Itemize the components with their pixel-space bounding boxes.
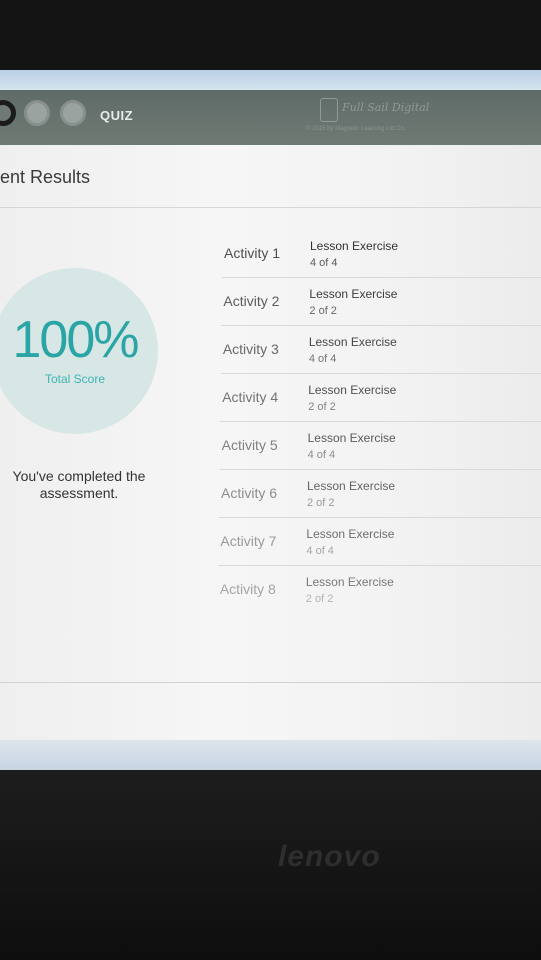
nav-dot[interactable] xyxy=(24,100,50,126)
activity-row: Activity 1 Lesson Exercise 4 of 4 xyxy=(222,230,541,278)
activity-lesson: Lesson Exercise xyxy=(308,335,397,349)
monitor-bezel-top xyxy=(0,0,541,70)
quiz-label: QUIZ xyxy=(100,108,134,123)
total-score-value: 100% xyxy=(12,311,140,369)
activity-count: 2 of 2 xyxy=(308,401,336,413)
activity-lesson: Lesson Exercise xyxy=(306,527,395,541)
activity-count: 4 of 4 xyxy=(308,353,337,365)
activity-count: 4 of 4 xyxy=(307,449,336,461)
score-circle: 100% Total Score xyxy=(0,268,158,434)
laptop-bezel-bottom: lenovo xyxy=(0,770,541,960)
activity-name: Activity 7 xyxy=(220,533,277,549)
activity-count: 2 of 2 xyxy=(305,593,334,605)
brand: Full Sail Digital © 2015 by Magnetic Lea… xyxy=(306,98,460,138)
screen: QUIZ Full Sail Digital © 2015 by Magneti… xyxy=(0,70,541,770)
activity-count: 4 of 4 xyxy=(306,545,334,557)
activity-list: Activity 1 Lesson Exercise 4 of 4 Activity … xyxy=(218,230,541,613)
activity-name: Activity 6 xyxy=(221,485,278,501)
laptop-brand-logo: lenovo xyxy=(278,840,381,873)
activity-row: Activity 7 Lesson Exercise 4 of 4 xyxy=(218,518,541,566)
divider xyxy=(0,207,541,208)
activity-lesson: Lesson Exercise xyxy=(309,287,398,301)
nav-dot[interactable] xyxy=(60,100,86,126)
divider xyxy=(0,682,541,683)
activity-name: Activity 3 xyxy=(222,341,279,357)
activity-count: 4 of 4 xyxy=(310,257,338,269)
nav-dot-active[interactable] xyxy=(0,100,16,126)
activity-row: Activity 5 Lesson Exercise 4 of 4 xyxy=(219,422,541,470)
activity-name: Activity 8 xyxy=(219,581,276,597)
activity-row: Activity 8 Lesson Exercise 2 of 2 xyxy=(218,566,541,613)
window-bottom-strip xyxy=(0,740,541,770)
brand-copyright: © 2015 by Magnetic Learning Ltd Co. xyxy=(306,126,406,132)
activity-lesson: Lesson Exercise xyxy=(305,575,394,589)
brand-name: Full Sail Digital xyxy=(342,101,430,114)
activity-row: Activity 3 Lesson Exercise 4 of 4 xyxy=(220,326,541,374)
activity-lesson: Lesson Exercise xyxy=(308,383,397,397)
activity-count: 2 of 2 xyxy=(309,305,337,317)
page-title: ent Results xyxy=(0,167,91,187)
activity-name: Activity 5 xyxy=(221,437,278,453)
quiz-header: QUIZ Full Sail Digital © 2015 by Magneti… xyxy=(0,90,541,145)
activity-row: Activity 2 Lesson Exercise 2 of 2 xyxy=(221,278,541,326)
total-score-label: Total Score xyxy=(44,372,106,386)
activity-lesson: Lesson Exercise xyxy=(310,239,399,253)
activity-row: Activity 6 Lesson Exercise 2 of 2 xyxy=(219,470,541,518)
activity-lesson: Lesson Exercise xyxy=(307,431,396,445)
completion-message: You've completed the assessment. xyxy=(12,468,146,501)
activity-name: Activity 2 xyxy=(223,293,280,309)
activity-lesson: Lesson Exercise xyxy=(307,479,396,493)
window-top-strip xyxy=(0,70,541,90)
activity-count: 2 of 2 xyxy=(307,497,335,509)
brand-logo-icon xyxy=(320,98,338,122)
activity-name: Activity 1 xyxy=(224,245,281,261)
activity-name: Activity 4 xyxy=(222,389,279,405)
activity-row: Activity 4 Lesson Exercise 2 of 2 xyxy=(220,374,541,422)
